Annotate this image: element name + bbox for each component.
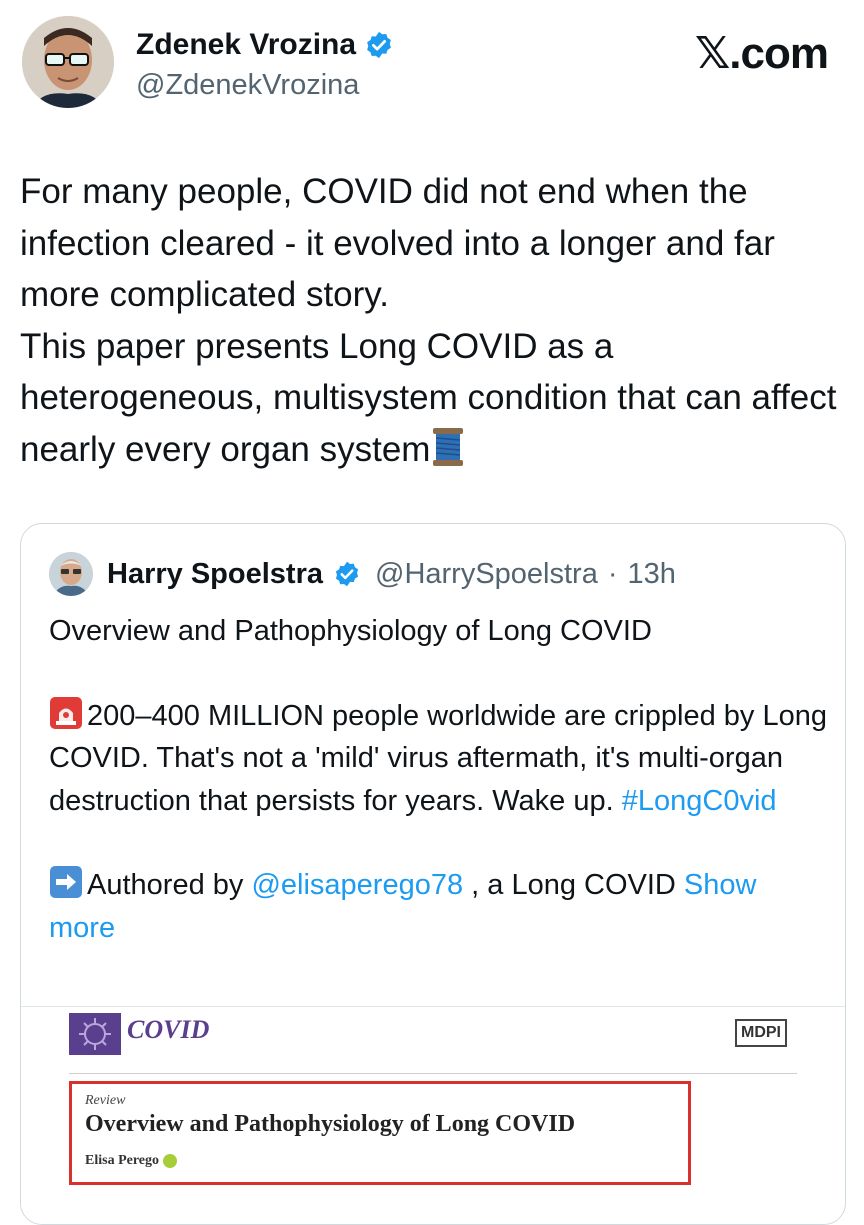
quoted-post-header: Harry Spoelstra @HarrySpoelstra · 13h bbox=[49, 552, 676, 596]
quoted-paragraph-2: Authored by @elisaperego78 , a Long COVI… bbox=[49, 864, 829, 949]
quoted-paragraph-2-prefix: Authored by bbox=[87, 869, 252, 901]
publisher-logo: MDPI bbox=[735, 1019, 787, 1047]
author-handle[interactable]: @ZdenekVrozina bbox=[136, 66, 394, 104]
quoted-author-name[interactable]: Harry Spoelstra bbox=[107, 558, 323, 591]
article-author-name: Elisa Perego bbox=[85, 1153, 160, 1168]
article-title: Overview and Pathophysiology of Long COV… bbox=[85, 1111, 576, 1137]
spool-of-thread-icon bbox=[433, 427, 464, 466]
post-text-line-2-content: This paper presents Long COVID as a hete… bbox=[20, 326, 837, 469]
article-type: Review bbox=[85, 1093, 126, 1108]
article-author: Elisa Perego bbox=[85, 1153, 178, 1169]
journal-logo-icon bbox=[69, 1013, 121, 1055]
quoted-post-time[interactable]: 13h bbox=[628, 558, 676, 591]
quoted-author-handle[interactable]: @HarrySpoelstra bbox=[375, 558, 598, 591]
author-name[interactable]: Zdenek Vrozina bbox=[136, 28, 356, 62]
hashtag-link[interactable]: #LongC0vid bbox=[622, 785, 777, 817]
x-com-logo: 𝕏.com bbox=[694, 29, 829, 78]
journal-name: COVID bbox=[127, 1015, 210, 1044]
quoted-post-body: Overview and Pathophysiology of Long COV… bbox=[49, 610, 829, 949]
divider bbox=[69, 1073, 797, 1074]
post-text: For many people, COVID did not end when … bbox=[20, 166, 850, 475]
post-text-line-1: For many people, COVID did not end when … bbox=[20, 172, 775, 314]
quoted-paragraph-1: 200–400 MILLION people worldwide are cri… bbox=[49, 695, 829, 823]
quoted-post-card[interactable]: Harry Spoelstra @HarrySpoelstra · 13h Ov… bbox=[20, 523, 846, 1225]
quoted-paragraph-2-suffix: , a Long COVID bbox=[463, 869, 684, 901]
author-name-row[interactable]: Zdenek Vrozina bbox=[136, 28, 394, 62]
post-avatar[interactable] bbox=[22, 16, 114, 108]
quoted-title-line: Overview and Pathophysiology of Long COV… bbox=[49, 615, 652, 647]
post-text-line-2: This paper presents Long COVID as a hete… bbox=[20, 321, 850, 476]
verified-badge-icon bbox=[367, 31, 391, 59]
orcid-icon bbox=[163, 1154, 178, 1168]
attached-document-image[interactable]: COVID MDPI Review Overview and Pathophys… bbox=[21, 1006, 845, 1224]
quoted-author-avatar[interactable] bbox=[49, 552, 93, 596]
police-light-icon bbox=[50, 696, 82, 729]
right-arrow-icon bbox=[50, 866, 82, 898]
quoted-separator: · bbox=[607, 557, 618, 590]
verified-badge-icon bbox=[335, 561, 359, 587]
mention-link[interactable]: @elisaperego78 bbox=[251, 869, 463, 901]
post-author-block: Zdenek Vrozina @ZdenekVrozina bbox=[136, 28, 394, 104]
